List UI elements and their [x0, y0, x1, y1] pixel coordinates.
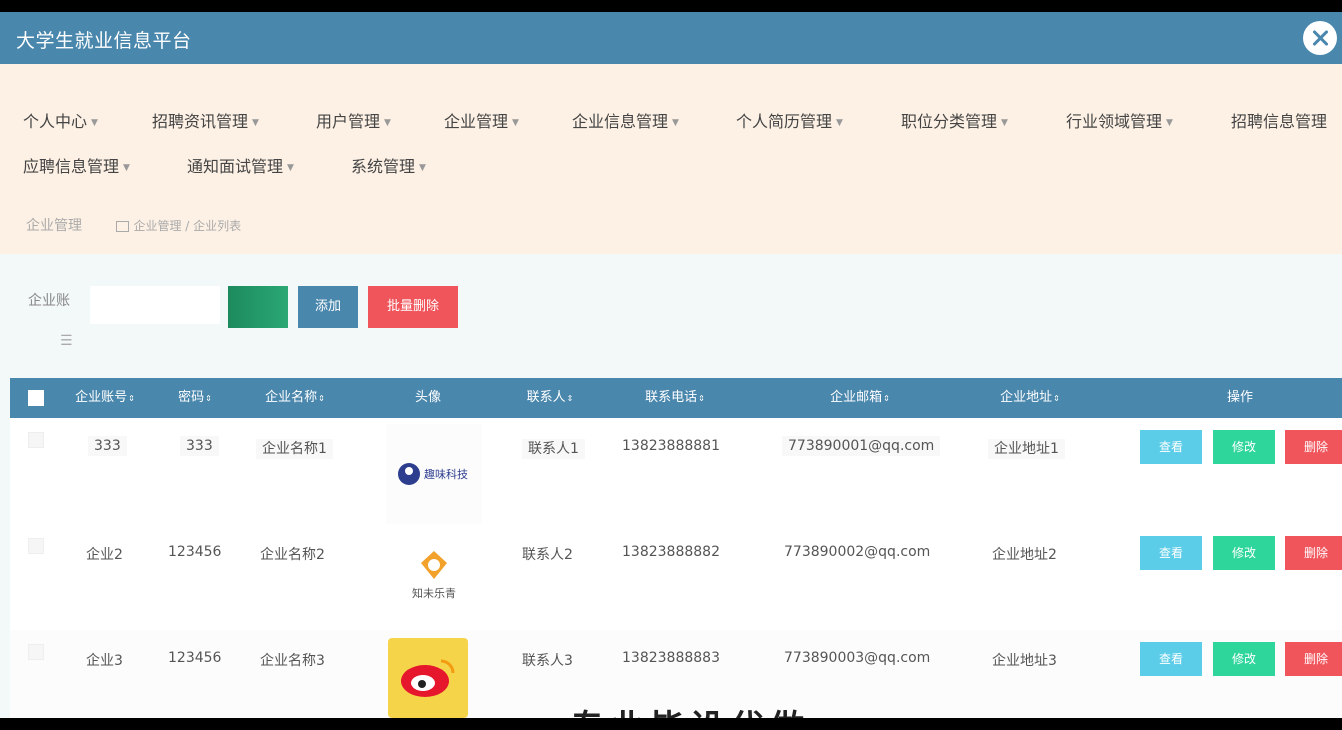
row-checkbox[interactable]: [28, 538, 44, 554]
column-header-account[interactable]: 企业账号⇕: [65, 378, 145, 418]
search-input[interactable]: [90, 286, 220, 324]
table-row: 333 333 企业名称1 趣味科技 联系人1 13823888881 7738…: [10, 418, 1342, 524]
row-checkbox[interactable]: [28, 644, 44, 660]
weibo-logo-icon: [401, 659, 455, 697]
chevron-down-icon: ▼: [287, 162, 294, 173]
delete-button[interactable]: 删除: [1285, 642, 1342, 676]
column-header-contact[interactable]: 联系人⇕: [510, 378, 590, 418]
sort-icon: ⇕: [318, 394, 325, 403]
watermark-text: 专业毕设代做: [570, 700, 810, 718]
delete-button[interactable]: 删除: [1285, 536, 1342, 570]
cell-name: 企业名称3: [260, 653, 325, 669]
chevron-down-icon: ▼: [1166, 117, 1173, 128]
cell-email: 773890001@qq.com: [782, 436, 941, 456]
chevron-down-icon: ▼: [91, 117, 98, 128]
breadcrumb: 企业管理 企业管理 / 企业列表: [26, 215, 241, 235]
chevron-down-icon: ▼: [384, 117, 391, 128]
column-header-password[interactable]: 密码⇕: [160, 378, 230, 418]
chevron-down-icon: ▼: [836, 117, 843, 128]
chevron-down-icon: ▼: [672, 117, 679, 128]
app-window: 大学生就业信息平台 个人中心 ▼ 招聘资讯管理 ▼ 用户管理 ▼ 企业管理 ▼ 企业信息…: [0, 12, 1342, 718]
table-row: 企业2 123456 企业名称2 知未乐青 联系人2 13823888882 7…: [10, 524, 1342, 630]
view-button[interactable]: 查看: [1140, 642, 1202, 676]
svg-text:趣味科技: 趣味科技: [424, 467, 468, 481]
batch-delete-button[interactable]: 批量删除: [368, 286, 458, 328]
chevron-down-icon: ▼: [252, 117, 259, 128]
nav-item-applications[interactable]: 应聘信息管理 ▼: [23, 153, 130, 177]
column-header-email[interactable]: 企业邮箱⇕: [810, 378, 910, 418]
cell-address: 企业地址1: [988, 438, 1065, 459]
nav-item-interviews[interactable]: 通知面试管理 ▼: [187, 153, 294, 177]
edit-button[interactable]: 修改: [1213, 430, 1275, 464]
nav-item-personal-center[interactable]: 个人中心 ▼: [23, 108, 98, 132]
search-label: 企业账: [28, 293, 70, 309]
column-header-name[interactable]: 企业名称⇕: [250, 378, 340, 418]
cell-password: 333: [180, 436, 219, 456]
svg-text:知未乐青: 知未乐青: [412, 586, 456, 600]
company-logo-icon: 趣味科技: [398, 463, 468, 485]
sort-icon: ⇕: [566, 394, 574, 403]
cell-phone: 13823888881: [622, 438, 720, 454]
company-avatar: [388, 638, 468, 718]
company-avatar: 知未乐青: [386, 528, 482, 628]
nav-item-companies[interactable]: 企业管理 ▼: [444, 108, 519, 132]
edit-button[interactable]: 修改: [1213, 536, 1275, 570]
edit-button[interactable]: 修改: [1213, 642, 1275, 676]
close-icon[interactable]: [1303, 21, 1337, 55]
breadcrumb-root[interactable]: 企业管理: [26, 218, 82, 234]
select-all-checkbox[interactable]: [28, 390, 44, 406]
company-logo-icon: 知未乐青: [412, 551, 456, 600]
nav-item-recruit-news[interactable]: 招聘资讯管理 ▼: [152, 108, 259, 132]
cell-phone: 13823888882: [622, 544, 720, 560]
cell-contact: 联系人1: [522, 438, 585, 459]
app-title: 大学生就业信息平台: [16, 30, 192, 52]
app-header: 大学生就业信息平台: [0, 12, 1342, 64]
view-button[interactable]: 查看: [1140, 430, 1202, 464]
sort-icon: ⇕: [205, 394, 212, 403]
search-button[interactable]: [228, 286, 288, 328]
nav-item-job-categories[interactable]: 职位分类管理 ▼: [901, 108, 1008, 132]
nav-item-industries[interactable]: 行业领域管理 ▼: [1066, 108, 1173, 132]
sort-icon: ⇕: [883, 394, 890, 403]
cell-name: 企业名称2: [260, 547, 325, 563]
breadcrumb-path: 企业管理 / 企业列表: [133, 219, 242, 233]
home-icon: [116, 221, 130, 232]
sort-icon: ⇕: [128, 394, 135, 403]
sort-icon: ⇕: [1053, 394, 1060, 403]
chevron-down-icon: ▼: [419, 162, 426, 173]
cell-contact: 联系人3: [522, 653, 573, 669]
view-button[interactable]: 查看: [1140, 536, 1202, 570]
column-header-avatar: 头像: [414, 390, 441, 405]
cell-email: 773890003@qq.com: [784, 650, 931, 666]
column-header-actions: 操作: [1226, 390, 1253, 405]
column-header-address[interactable]: 企业地址⇕: [980, 378, 1080, 418]
cell-email: 773890002@qq.com: [784, 544, 931, 560]
cell-address: 企业地址3: [992, 653, 1057, 669]
cell-account: 企业2: [86, 547, 123, 563]
nav-item-users[interactable]: 用户管理 ▼: [316, 108, 391, 132]
cell-password: 123456: [168, 650, 222, 666]
cell-name: 企业名称1: [256, 438, 333, 459]
cell-contact: 联系人2: [522, 547, 573, 563]
chevron-down-icon: ▼: [123, 162, 130, 173]
nav-item-resumes[interactable]: 个人简历管理 ▼: [736, 108, 843, 132]
delete-button[interactable]: 删除: [1285, 430, 1342, 464]
cell-phone: 13823888883: [622, 650, 720, 666]
table-header: 企业账号⇕ 密码⇕ 企业名称⇕ 头像 联系人⇕ 联系电话⇕ 企业邮箱⇕ 企业地址…: [10, 378, 1342, 418]
chevron-down-icon: ▼: [512, 117, 519, 128]
column-header-phone[interactable]: 联系电话⇕: [630, 378, 720, 418]
cell-account: 企业3: [86, 653, 123, 669]
add-button[interactable]: 添加: [298, 286, 358, 328]
nav-item-system[interactable]: 系统管理 ▼: [351, 153, 426, 177]
row-checkbox[interactable]: [28, 432, 44, 448]
cell-account: 333: [88, 436, 127, 456]
menu-icon[interactable]: ☰: [60, 332, 73, 349]
sort-icon: ⇕: [698, 394, 705, 403]
nav-item-company-info[interactable]: 企业信息管理 ▼: [572, 108, 679, 132]
cell-password: 123456: [168, 544, 222, 560]
chevron-down-icon: ▼: [1001, 117, 1008, 128]
company-avatar: 趣味科技: [386, 424, 482, 524]
cell-address: 企业地址2: [992, 547, 1057, 563]
nav-item-recruit-info[interactable]: 招聘信息管理: [1231, 108, 1327, 132]
